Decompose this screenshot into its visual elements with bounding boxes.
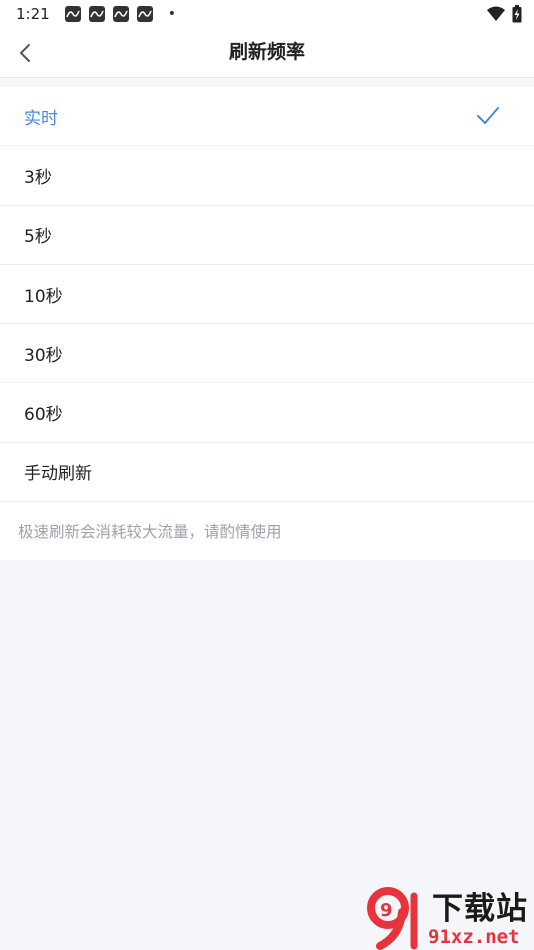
option-label: 60秒	[24, 405, 63, 426]
watermark: 9 下载站 91xz.net	[362, 886, 534, 950]
status-right	[486, 5, 522, 23]
option-label: 30秒	[24, 345, 63, 366]
app-notification-icon	[112, 6, 129, 22]
option-realtime[interactable]: 实时	[0, 87, 534, 147]
status-bar: 1:21 •	[0, 0, 534, 28]
hint-box: 极速刷新会消耗较大流量，请酌情使用	[0, 502, 534, 561]
option-label: 手动刷新	[24, 464, 92, 485]
watermark-logo-text: 9	[380, 900, 393, 921]
page-title: 刷新频率	[228, 41, 305, 63]
back-button[interactable]	[10, 38, 40, 68]
refresh-rate-options: 实时 3秒 5秒 10秒 30秒 60秒 手动刷新 极速刷新会消耗较大流量，请酌…	[0, 87, 534, 561]
option-30s[interactable]: 30秒	[0, 324, 534, 384]
option-label: 5秒	[24, 227, 52, 248]
check-icon	[477, 107, 499, 124]
option-label: 3秒	[24, 167, 52, 188]
option-label: 10秒	[24, 286, 63, 307]
status-time: 1:21	[16, 5, 50, 23]
app-notification-icon	[88, 6, 105, 22]
notification-icons: •	[64, 5, 176, 23]
traffic-hint: 极速刷新会消耗较大流量，请酌情使用	[18, 523, 282, 542]
chevron-left-icon	[20, 44, 30, 62]
watermark-logo: 9	[367, 887, 418, 950]
wifi-icon	[487, 6, 505, 21]
option-10s[interactable]: 10秒	[0, 265, 534, 325]
option-label: 实时	[24, 108, 58, 129]
option-5s[interactable]: 5秒	[0, 206, 534, 265]
watermark-cn-text: 下载站	[432, 891, 528, 927]
more-notifications-dot: •	[167, 6, 176, 22]
app-notification-icon	[136, 6, 153, 22]
watermark-url: 91xz.net	[428, 926, 520, 948]
option-3s[interactable]: 3秒	[0, 146, 534, 206]
battery-charging-icon	[512, 5, 522, 23]
screen: 1:21 • 刷新频率 实时 3秒 5秒 10秒 30秒 60秒 手动刷新 极速…	[0, 0, 534, 950]
app-notification-icon	[64, 6, 81, 22]
option-60s[interactable]: 60秒	[0, 383, 534, 443]
option-manual[interactable]: 手动刷新	[0, 443, 534, 503]
nav-header: 刷新频率	[0, 28, 534, 78]
